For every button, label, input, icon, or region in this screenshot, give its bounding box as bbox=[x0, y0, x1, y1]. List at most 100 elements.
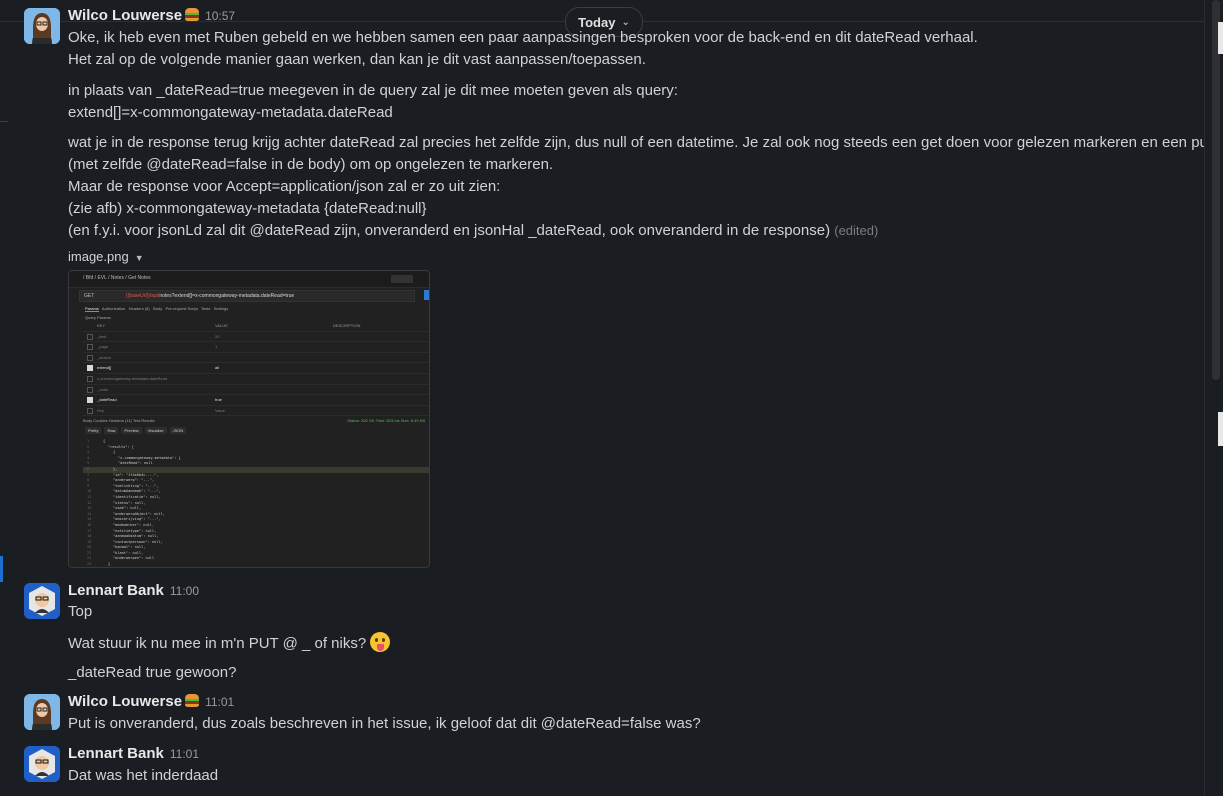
param-key: x-commongateway-metadata.dateRead bbox=[97, 375, 168, 381]
param-value: true bbox=[215, 397, 222, 403]
postman-tab: Tests bbox=[201, 306, 211, 311]
table-row: extend[] all bbox=[83, 363, 429, 374]
column-header: VALUE bbox=[215, 323, 228, 328]
side-panel-tab[interactable] bbox=[1218, 22, 1223, 54]
param-key: _order bbox=[97, 386, 109, 392]
scrollbar-thumb[interactable] bbox=[1212, 0, 1220, 380]
code-line-number: 20 bbox=[87, 545, 92, 550]
timestamp[interactable]: 11:01 bbox=[170, 747, 199, 761]
code-line-number: 5 bbox=[87, 461, 90, 466]
table-row: _search bbox=[83, 353, 429, 364]
author-link[interactable]: Wilco Louwerse bbox=[68, 7, 182, 24]
table-row: _dateRead true bbox=[83, 395, 429, 406]
code-line-text: "onderwerp": "...", bbox=[113, 478, 155, 483]
code-line-text: "notitietype": null, bbox=[113, 528, 157, 533]
postman-tab: Settings bbox=[213, 306, 229, 311]
postman-tabs: Params Authorization Headers (8) Body Pr… bbox=[85, 306, 229, 312]
postman-tab: Body bbox=[153, 306, 163, 311]
code-line-number: 17 bbox=[87, 528, 92, 533]
message-text: Dat was het inderdaad bbox=[68, 767, 219, 784]
author-name[interactable]: Lennart Bank 11:00 bbox=[68, 582, 199, 599]
table-row: _order bbox=[83, 385, 429, 396]
postman-tab: Headers (8) bbox=[128, 306, 150, 311]
code-line-text: "x-commongateway-metadata": { bbox=[118, 455, 181, 460]
code-line-text: "aanmaakdatum": null, bbox=[113, 534, 159, 539]
attachment-filename[interactable]: image.png ▼ bbox=[68, 249, 144, 264]
message-text: Top bbox=[68, 603, 93, 620]
code-line-number: 13 bbox=[87, 506, 92, 511]
code-line-number: 8 bbox=[87, 478, 90, 483]
code-line-number: 15 bbox=[87, 517, 92, 522]
code-line-number: 3 bbox=[87, 450, 90, 455]
checkbox bbox=[87, 333, 93, 340]
avatar[interactable] bbox=[24, 746, 60, 782]
format-option: Preview bbox=[121, 427, 142, 434]
postman-response-code: 1 {2 "results": [3 {4 "x-commongateway-metad… bbox=[83, 439, 429, 567]
code-line-number: 11 bbox=[87, 494, 92, 499]
code-line-text: "medewerker": null, bbox=[113, 522, 155, 527]
code-line-number: 16 bbox=[87, 522, 92, 527]
postman-tab: Pre-request Script bbox=[165, 306, 198, 311]
author-link[interactable]: Wilco Louwerse bbox=[68, 693, 182, 710]
param-key: Key bbox=[97, 407, 104, 413]
param-key: _dateRead bbox=[97, 397, 117, 403]
code-line-number: 1 bbox=[87, 439, 90, 443]
format-option: Pretty bbox=[85, 427, 102, 434]
code-line-text: "toelichting": "...", bbox=[113, 483, 159, 488]
code-line-number: 19 bbox=[87, 539, 92, 544]
postman-breadcrumb: / Bfd / EVL / Notes / Get Notes bbox=[83, 275, 151, 281]
attachment-image[interactable]: / Bfd / EVL / Notes / Get Notes GET {{ba… bbox=[68, 270, 430, 568]
postman-status: Status: 200 OK Time: 823 ms Size: 8.49 K… bbox=[347, 418, 425, 423]
timestamp[interactable]: 11:01 bbox=[205, 695, 234, 709]
author-link[interactable]: Lennart Bank bbox=[68, 745, 164, 762]
code-line-number: 7 bbox=[87, 472, 90, 477]
code-line-text: "id": "1f4e0b4c-...", bbox=[113, 472, 159, 477]
code-line-text: "klant": null, bbox=[113, 550, 144, 555]
avatar[interactable] bbox=[24, 583, 60, 619]
scrollbar[interactable] bbox=[1204, 0, 1223, 796]
param-key: _page bbox=[97, 344, 109, 350]
avatar[interactable] bbox=[24, 8, 60, 44]
param-value: 20 bbox=[215, 333, 220, 339]
code-line-text: "onderwerpen": null bbox=[113, 556, 155, 561]
postman-response-tabs: Body Cookies Headers (11) Test Results bbox=[83, 418, 155, 423]
avatar[interactable] bbox=[24, 694, 60, 730]
author-link[interactable]: Lennart Bank bbox=[68, 582, 164, 599]
message-text: in plaats van _dateRead=true meegeven in… bbox=[68, 82, 678, 99]
code-line-text: "status": null, bbox=[113, 500, 146, 505]
message-text: Oke, ik heb even met Ruben gebeld en we … bbox=[68, 29, 978, 46]
code-line-text: { bbox=[113, 450, 116, 455]
author-name[interactable]: Wilco Louwerse 10:57 bbox=[68, 7, 235, 24]
code-line-text: "onderwerpObject": null, bbox=[113, 511, 165, 516]
message-text: Maar de response voor Accept=application… bbox=[68, 178, 501, 195]
checkbox bbox=[87, 344, 93, 351]
code-line-number: 9 bbox=[87, 483, 90, 488]
timestamp[interactable]: 11:00 bbox=[170, 584, 199, 598]
author-name[interactable]: Wilco Louwerse 11:01 bbox=[68, 693, 234, 710]
code-line-text: "identificatie": null, bbox=[113, 494, 161, 499]
message-text: wat je in de response terug krijg achter… bbox=[68, 134, 1213, 151]
postman-url-path: notes?extend[]=x-commongateway-metadata.… bbox=[159, 293, 295, 299]
message-text-with-emoji: Wat stuur ik nu mee in m'n PUT @ _ of ni… bbox=[68, 632, 391, 652]
timestamp[interactable]: 10:57 bbox=[205, 9, 235, 23]
author-name[interactable]: Lennart Bank 11:01 bbox=[68, 745, 199, 762]
postman-response-bar: Body Cookies Headers (11) Test Results S… bbox=[83, 418, 429, 426]
message-text: Wat stuur ik nu mee in m'n PUT @ _ of ni… bbox=[68, 635, 367, 652]
postman-url-variable: {{baseUrl}}/api/ bbox=[126, 293, 160, 299]
burger-emoji-icon bbox=[185, 694, 200, 707]
postman-method: GET bbox=[84, 293, 95, 299]
chevron-down-icon[interactable]: ▼ bbox=[135, 253, 144, 263]
code-line-text: "results": [ bbox=[108, 444, 134, 449]
checkbox bbox=[87, 386, 93, 393]
message-text: (met zelfde @dateRead=false in de body) … bbox=[68, 156, 554, 173]
code-line-number: 21 bbox=[87, 550, 92, 555]
message-text: Het zal op de volgende manier gaan werke… bbox=[68, 51, 646, 68]
code-line-number: 10 bbox=[87, 489, 92, 494]
attachment-filename-text[interactable]: image.png bbox=[68, 249, 129, 264]
message-text: extend[]=x-commongateway-metadata.dateRe… bbox=[68, 104, 393, 121]
param-key: _limit bbox=[97, 333, 107, 339]
postman-section-title: Query Params bbox=[85, 315, 111, 320]
postman-topbar: / Bfd / EVL / Notes / Get Notes bbox=[69, 271, 429, 288]
left-edge-tick bbox=[0, 121, 8, 122]
side-panel-tab[interactable] bbox=[1218, 412, 1223, 446]
